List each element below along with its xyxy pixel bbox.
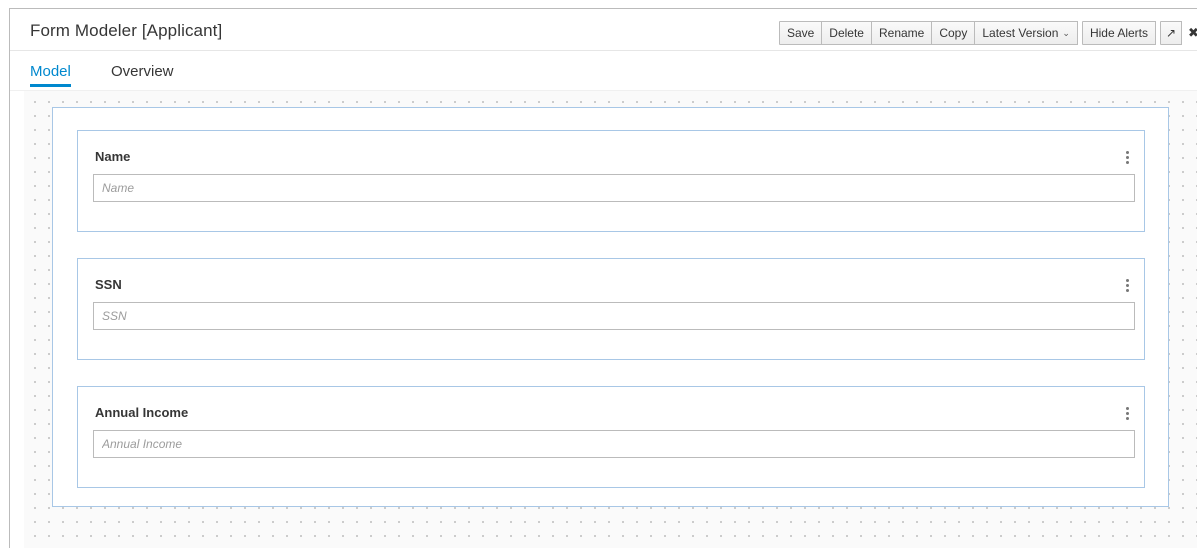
annual-income-input[interactable] — [93, 430, 1135, 458]
kebab-menu-icon[interactable] — [1124, 407, 1130, 422]
editor-header: Form Modeler [Applicant] Save Delete Ren… — [10, 9, 1197, 51]
version-dropdown-label: Latest Version — [982, 26, 1059, 40]
delete-button[interactable]: Delete — [821, 21, 872, 45]
chevron-down-icon: ⌄ — [1062, 27, 1070, 38]
tab-bar: Model Overview — [10, 51, 1197, 91]
field-label: Name — [95, 149, 131, 164]
kebab-menu-icon[interactable] — [1124, 279, 1130, 294]
window-controls-group: ↗ ✖ — [1160, 21, 1197, 45]
field-annual-income[interactable]: Annual Income — [77, 386, 1145, 488]
kebab-menu-icon[interactable] — [1124, 151, 1130, 166]
page-title: Form Modeler [Applicant] — [30, 21, 223, 40]
form-canvas: Name SSN Annual Income — [24, 91, 1197, 548]
alerts-group: Hide Alerts — [1081, 21, 1156, 45]
tab-overview[interactable]: Overview — [111, 63, 174, 86]
file-actions-group: Save Delete Rename Copy Latest Version ⌄ — [778, 21, 1078, 45]
tab-model[interactable]: Model — [30, 63, 71, 87]
rename-button[interactable]: Rename — [870, 21, 933, 45]
field-ssn[interactable]: SSN — [77, 258, 1145, 360]
field-label: SSN — [95, 277, 122, 292]
close-icon[interactable]: ✖ — [1181, 21, 1197, 45]
save-button[interactable]: Save — [778, 21, 823, 45]
field-label: Annual Income — [95, 405, 189, 420]
toolbar: Save Delete Rename Copy Latest Version ⌄… — [775, 21, 1197, 45]
name-input[interactable] — [93, 174, 1135, 202]
field-name[interactable]: Name — [77, 130, 1145, 232]
version-dropdown[interactable]: Latest Version ⌄ — [974, 21, 1078, 45]
copy-button[interactable]: Copy — [931, 21, 976, 45]
form-row: Name SSN Annual Income — [52, 107, 1169, 507]
form-modeler-window: Form Modeler [Applicant] Save Delete Ren… — [9, 8, 1197, 548]
maximize-icon[interactable]: ↗ — [1160, 21, 1182, 45]
ssn-input[interactable] — [93, 302, 1135, 330]
hide-alerts-button[interactable]: Hide Alerts — [1081, 21, 1156, 45]
